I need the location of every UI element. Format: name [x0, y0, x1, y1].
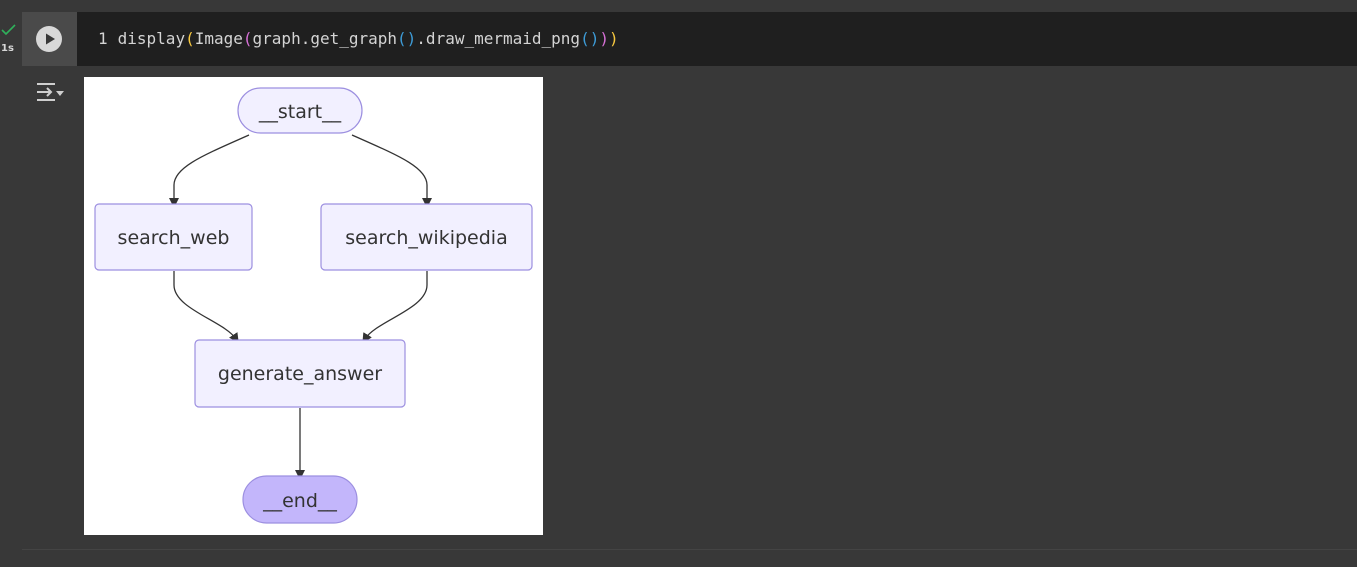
node-search-wikipedia: search_wikipedia — [320, 203, 533, 271]
paren: ( — [242, 29, 253, 48]
node-generate-answer-label: generate_answer — [218, 363, 382, 385]
node-end: __end__ — [242, 475, 358, 524]
paren: () — [397, 29, 417, 48]
line-number: 1 — [98, 29, 108, 48]
code-fn-display: display — [117, 29, 186, 48]
edge-start-search-wikipedia — [351, 134, 432, 208]
checkmark-icon — [1, 24, 16, 36]
node-start-label: __start__ — [258, 101, 342, 123]
node-search-web: search_web — [94, 203, 253, 271]
code-line: 1 display(Image(graph.get_graph().draw_me… — [98, 29, 619, 49]
play-icon — [46, 33, 55, 45]
node-generate-answer: generate_answer — [194, 339, 406, 408]
code-fn-image: Image — [194, 29, 243, 48]
paren: ( — [185, 29, 195, 48]
graph-output-image: __start__ search_web search_wikipedia ge… — [84, 77, 543, 535]
paren: ) — [599, 29, 609, 48]
execution-time: 1s — [1, 43, 14, 54]
output-toggle-icon — [37, 83, 64, 101]
run-cell-button[interactable] — [36, 26, 62, 52]
node-end-label: __end__ — [262, 490, 337, 512]
code-cell: 1 display(Image(graph.get_graph().draw_me… — [22, 12, 1357, 550]
run-gutter — [22, 12, 77, 66]
paren: () — [580, 29, 600, 48]
output-toggle-button[interactable] — [36, 80, 64, 104]
edge-search-wikipedia-generate-answer — [362, 271, 428, 344]
graph-diagram: __start__ search_web search_wikipedia ge… — [94, 87, 533, 524]
code-call-draw: .draw_mermaid_png — [416, 29, 581, 48]
node-search-web-label: search_web — [118, 227, 230, 249]
paren: ) — [608, 29, 619, 48]
execution-status: 1s — [0, 22, 22, 62]
code-call-get-graph: graph.get_graph — [252, 29, 398, 48]
node-start: __start__ — [237, 87, 363, 134]
top-strip — [0, 0, 1357, 12]
edge-start-search-web — [169, 134, 250, 208]
code-editor[interactable]: 1 display(Image(graph.get_graph().draw_me… — [77, 12, 1357, 66]
edge-search-web-generate-answer — [173, 271, 239, 344]
node-search-wikipedia-label: search_wikipedia — [345, 227, 507, 249]
